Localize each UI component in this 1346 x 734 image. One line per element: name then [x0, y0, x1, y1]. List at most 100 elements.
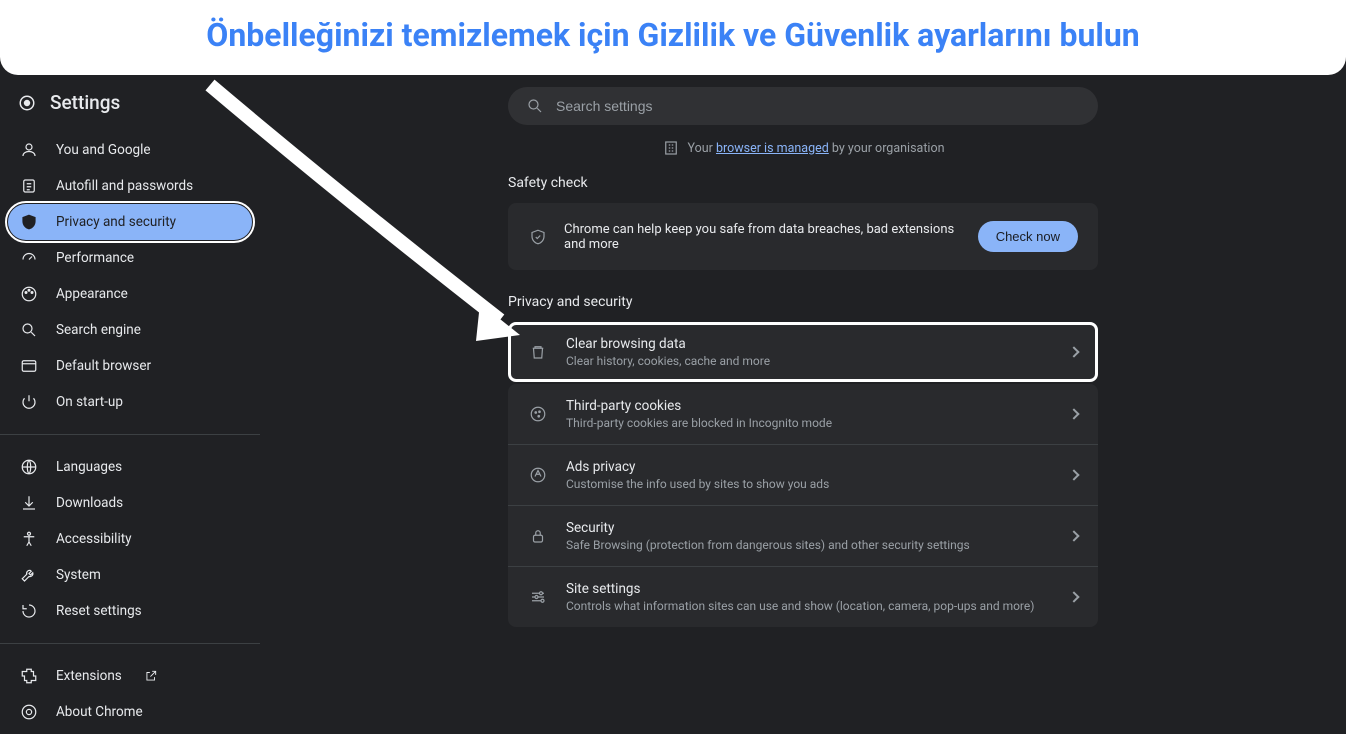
managed-text: Your browser is managed by your organisa… — [688, 141, 945, 156]
sidebar-item-search-engine[interactable]: Search engine — [8, 312, 252, 348]
safety-check-title: Safety check — [508, 175, 1098, 191]
chevron-right-icon — [1068, 531, 1079, 542]
sidebar-item-label: Appearance — [56, 286, 128, 302]
sidebar-item-label: Default browser — [56, 358, 151, 374]
browser-icon — [20, 357, 38, 375]
row-security[interactable]: Security Safe Browsing (protection from … — [508, 506, 1098, 567]
search-input[interactable] — [556, 98, 1080, 114]
row-title: Clear browsing data — [566, 336, 1052, 352]
row-title: Third-party cookies — [566, 398, 1052, 414]
wrench-icon — [20, 566, 38, 584]
row-site-settings[interactable]: Site settings Controls what information … — [508, 567, 1098, 627]
nav-group-footer: Extensions About Chrome — [0, 654, 260, 734]
row-subtitle: Controls what information sites can use … — [566, 599, 1052, 613]
main-content: Your browser is managed by your organisa… — [260, 75, 1346, 734]
row-subtitle: Customise the info used by sites to show… — [566, 477, 1052, 491]
sidebar-item-startup[interactable]: On start-up — [8, 384, 252, 420]
cookie-icon — [528, 404, 548, 424]
row-title: Site settings — [566, 581, 1052, 597]
divider — [0, 434, 260, 435]
row-clear-browsing-data[interactable]: Clear browsing data Clear history, cooki… — [508, 322, 1098, 382]
sidebar-item-reset[interactable]: Reset settings — [8, 593, 252, 629]
sidebar-item-label: Performance — [56, 250, 134, 266]
row-text: Ads privacy Customise the info used by s… — [566, 459, 1052, 491]
download-icon — [20, 494, 38, 512]
privacy-settings-list: Third-party cookies Third-party cookies … — [508, 384, 1098, 627]
sidebar-item-appearance[interactable]: Appearance — [8, 276, 252, 312]
safety-check-card: Chrome can help keep you safe from data … — [508, 203, 1098, 270]
row-subtitle: Third-party cookies are blocked in Incog… — [566, 416, 1052, 430]
divider — [0, 643, 260, 644]
row-subtitle: Clear history, cookies, cache and more — [566, 354, 1052, 368]
chevron-right-icon — [1068, 470, 1079, 481]
ads-icon — [528, 465, 548, 485]
sidebar-item-label: Reset settings — [56, 603, 142, 619]
privacy-section-title: Privacy and security — [508, 294, 1098, 310]
check-now-button[interactable]: Check now — [978, 221, 1078, 252]
managed-notice: Your browser is managed by your organisa… — [662, 139, 945, 157]
sidebar-item-languages[interactable]: Languages — [8, 449, 252, 485]
trash-icon — [528, 342, 548, 362]
chevron-right-icon — [1068, 592, 1079, 603]
sidebar-item-privacy[interactable]: Privacy and security — [8, 204, 252, 240]
sidebar-item-label: Downloads — [56, 495, 123, 511]
privacy-security-section: Privacy and security Clear browsing data… — [508, 294, 1098, 627]
sidebar-item-label: Autofill and passwords — [56, 178, 193, 194]
row-text: Security Safe Browsing (protection from … — [566, 520, 1052, 552]
sidebar-item-default-browser[interactable]: Default browser — [8, 348, 252, 384]
nav-group-secondary: Languages Downloads Accessibility System… — [0, 445, 260, 633]
row-text: Clear browsing data Clear history, cooki… — [566, 336, 1052, 368]
shield-icon — [20, 213, 38, 231]
sidebar-item-performance[interactable]: Performance — [8, 240, 252, 276]
sidebar-item-label: Languages — [56, 459, 122, 475]
app-shell: Settings You and Google Autofill and pas… — [0, 75, 1346, 734]
settings-title: Settings — [50, 91, 120, 114]
sidebar-item-label: Extensions — [56, 668, 122, 684]
sidebar-item-accessibility[interactable]: Accessibility — [8, 521, 252, 557]
palette-icon — [20, 285, 38, 303]
sidebar-item-autofill[interactable]: Autofill and passwords — [8, 168, 252, 204]
sidebar-item-label: On start-up — [56, 394, 123, 410]
chrome-icon — [20, 703, 38, 721]
sidebar-header: Settings — [0, 85, 260, 128]
building-icon — [662, 139, 680, 157]
managed-link[interactable]: browser is managed — [716, 141, 829, 156]
person-icon — [20, 141, 38, 159]
nav-group-main: You and Google Autofill and passwords Pr… — [0, 128, 260, 424]
row-third-party-cookies[interactable]: Third-party cookies Third-party cookies … — [508, 384, 1098, 445]
sidebar-item-about[interactable]: About Chrome — [8, 694, 252, 730]
sidebar-item-label: System — [56, 567, 101, 583]
power-icon — [20, 393, 38, 411]
search-bar[interactable] — [508, 87, 1098, 125]
sidebar-item-you-google[interactable]: You and Google — [8, 132, 252, 168]
sidebar-item-label: You and Google — [56, 142, 151, 158]
lock-icon — [528, 526, 548, 546]
accessibility-icon — [20, 530, 38, 548]
row-text: Third-party cookies Third-party cookies … — [566, 398, 1052, 430]
assignment-icon — [20, 177, 38, 195]
row-ads-privacy[interactable]: Ads privacy Customise the info used by s… — [508, 445, 1098, 506]
chevron-right-icon — [1068, 409, 1079, 420]
safety-check-section: Safety check Chrome can help keep you sa… — [508, 175, 1098, 270]
sidebar-item-downloads[interactable]: Downloads — [8, 485, 252, 521]
row-title: Ads privacy — [566, 459, 1052, 475]
row-text: Site settings Controls what information … — [566, 581, 1052, 613]
restore-icon — [20, 602, 38, 620]
instruction-banner: Önbelleğinizi temizlemek için Gizlilik v… — [0, 0, 1346, 75]
sidebar-item-label: Accessibility — [56, 531, 132, 547]
sidebar: Settings You and Google Autofill and pas… — [0, 75, 260, 734]
safety-check-text: Chrome can help keep you safe from data … — [564, 222, 962, 252]
external-link-icon — [144, 669, 158, 683]
tune-icon — [528, 587, 548, 607]
globe-icon — [20, 458, 38, 476]
sidebar-item-label: About Chrome — [56, 704, 143, 720]
sidebar-item-extensions[interactable]: Extensions — [8, 658, 252, 694]
shield-check-icon — [528, 227, 548, 247]
row-subtitle: Safe Browsing (protection from dangerous… — [566, 538, 1052, 552]
search-icon — [526, 97, 544, 115]
chrome-logo-icon — [18, 94, 36, 112]
sidebar-item-label: Privacy and security — [56, 214, 176, 230]
sidebar-item-system[interactable]: System — [8, 557, 252, 593]
extension-icon — [20, 667, 38, 685]
speed-icon — [20, 249, 38, 267]
